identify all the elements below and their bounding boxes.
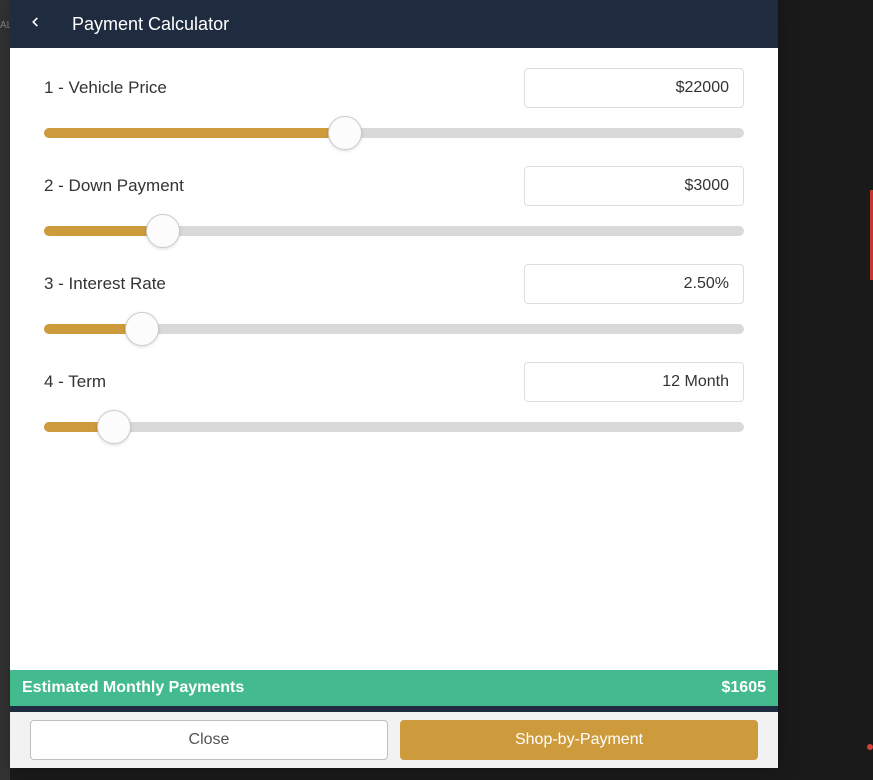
modal-header: Payment Calculator (10, 0, 778, 48)
slider-thumb[interactable] (97, 410, 131, 444)
interest-rate-label: 3 - Interest Rate (44, 274, 166, 294)
summary-value: $1605 (722, 679, 767, 697)
slider-fill (44, 128, 345, 138)
shop-by-payment-button[interactable]: Shop-by-Payment (400, 720, 758, 760)
summary-label: Estimated Monthly Payments (22, 679, 244, 697)
slider-thumb[interactable] (125, 312, 159, 346)
modal-body: 1 - Vehicle Price 2 - Down Payment 3 - I… (10, 48, 778, 670)
backdrop-dot (867, 744, 873, 750)
term-row: 4 - Term (44, 362, 744, 402)
modal-footer: Close Shop-by-Payment (10, 712, 778, 768)
vehicle-price-row: 1 - Vehicle Price (44, 68, 744, 108)
interest-rate-input[interactable] (524, 264, 744, 304)
down-payment-label: 2 - Down Payment (44, 176, 184, 196)
slider-track (44, 422, 744, 432)
down-payment-slider[interactable] (44, 224, 744, 238)
vehicle-price-slider[interactable] (44, 126, 744, 140)
interest-rate-row: 3 - Interest Rate (44, 264, 744, 304)
term-label: 4 - Term (44, 372, 106, 392)
vehicle-price-label: 1 - Vehicle Price (44, 78, 167, 98)
term-input[interactable] (524, 362, 744, 402)
down-payment-row: 2 - Down Payment (44, 166, 744, 206)
slider-thumb[interactable] (328, 116, 362, 150)
modal-title: Payment Calculator (72, 14, 229, 35)
slider-thumb[interactable] (146, 214, 180, 248)
close-button[interactable]: Close (30, 720, 388, 760)
down-payment-input[interactable] (524, 166, 744, 206)
summary-bar: Estimated Monthly Payments $1605 (10, 670, 778, 706)
back-icon[interactable] (28, 12, 42, 37)
backdrop-side: AL (0, 0, 10, 780)
interest-rate-slider[interactable] (44, 322, 744, 336)
payment-calculator-modal: Payment Calculator 1 - Vehicle Price 2 -… (10, 0, 778, 768)
term-slider[interactable] (44, 420, 744, 434)
vehicle-price-input[interactable] (524, 68, 744, 108)
